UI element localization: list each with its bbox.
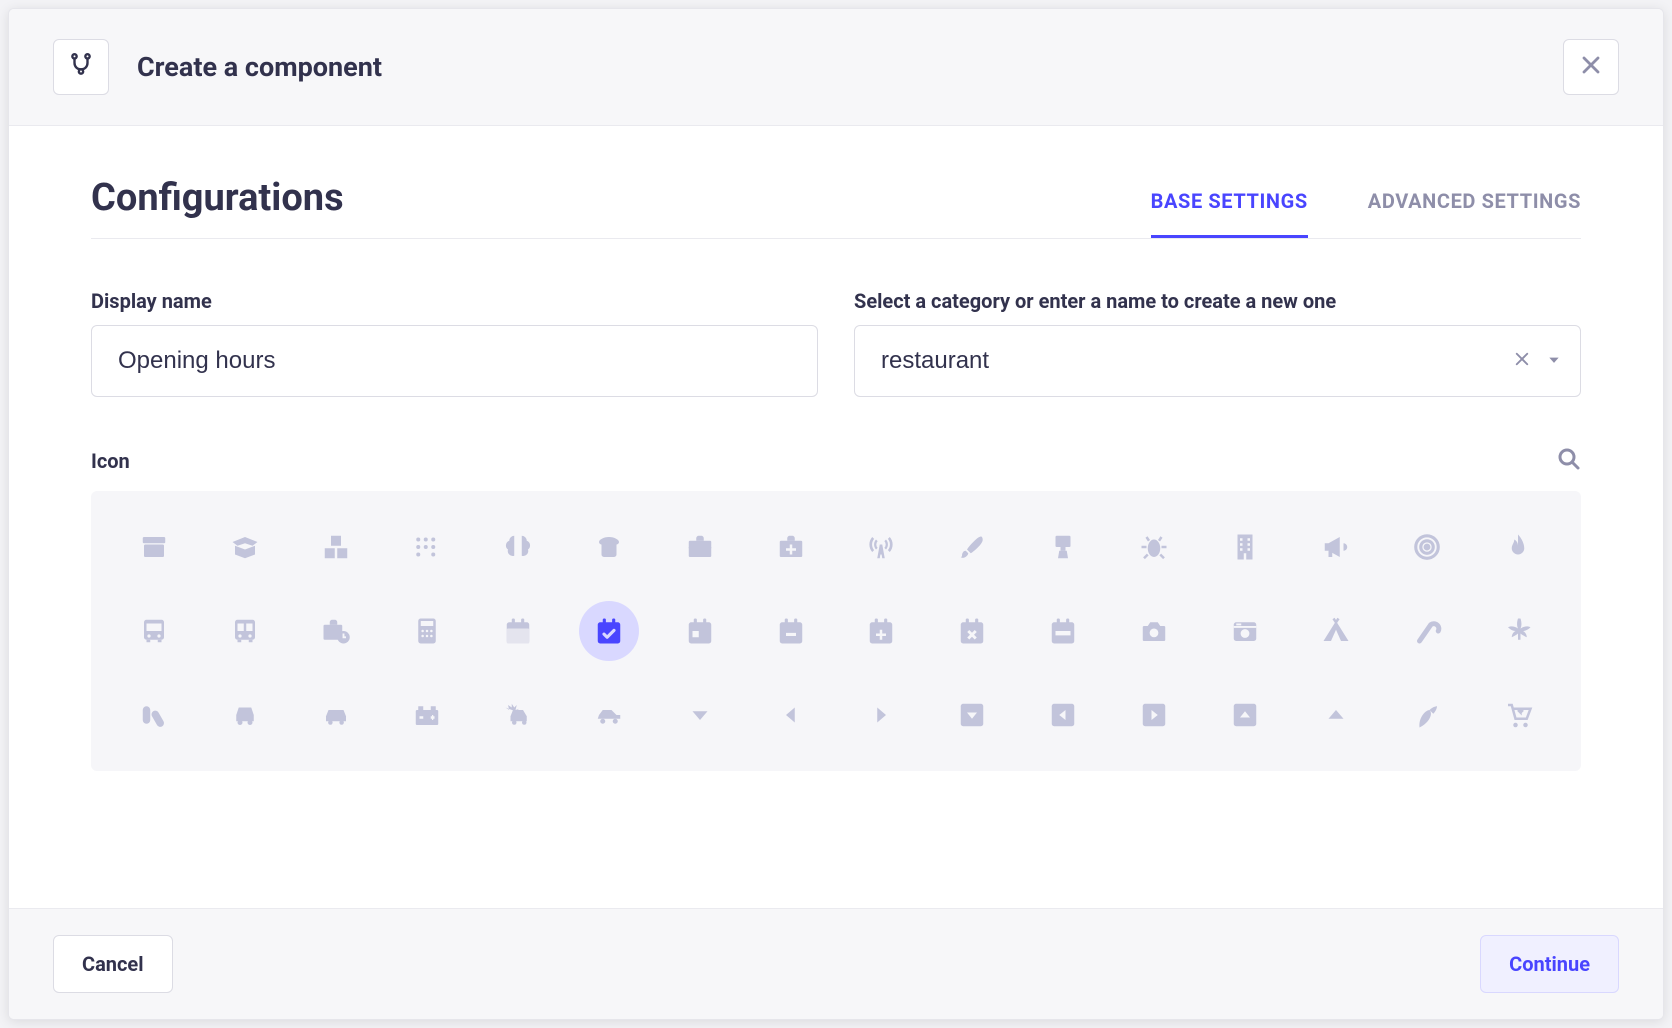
section-title: Configurations xyxy=(91,176,344,238)
icon-car-side[interactable] xyxy=(579,685,639,745)
icon-building[interactable] xyxy=(1215,517,1275,577)
section-header: Configurations BASE SETTINGS ADVANCED SE… xyxy=(91,176,1581,239)
icon-calendar-day[interactable] xyxy=(670,601,730,661)
icon-row xyxy=(109,673,1563,757)
modal-body: Configurations BASE SETTINGS ADVANCED SE… xyxy=(9,126,1663,908)
icon-box-open[interactable] xyxy=(215,517,275,577)
tab-advanced-settings[interactable]: ADVANCED SETTINGS xyxy=(1368,189,1581,238)
display-name-label: Display name xyxy=(91,289,818,313)
icon-caret-down[interactable] xyxy=(670,685,730,745)
icon-caret-left[interactable] xyxy=(761,685,821,745)
form-row: Display name Select a category or enter … xyxy=(91,289,1581,397)
icon-caret-up[interactable] xyxy=(1306,685,1366,745)
settings-tabs: BASE SETTINGS ADVANCED SETTINGS xyxy=(1151,189,1581,238)
close-button[interactable] xyxy=(1563,39,1619,95)
icon-calendar-week[interactable] xyxy=(1033,601,1093,661)
icon-business-time[interactable] xyxy=(306,601,366,661)
icon-caret-square-down[interactable] xyxy=(942,685,1002,745)
icon-bullhorn[interactable] xyxy=(1306,517,1366,577)
icon-car-alt[interactable] xyxy=(306,685,366,745)
chevron-down-icon[interactable] xyxy=(1547,352,1561,371)
icon-calendar-times[interactable] xyxy=(942,601,1002,661)
component-icon xyxy=(68,52,94,82)
icon-braille[interactable] xyxy=(397,517,457,577)
icon-calendar[interactable] xyxy=(488,601,548,661)
icon-carrot[interactable] xyxy=(1397,685,1457,745)
icon-bus[interactable] xyxy=(124,601,184,661)
icon-car-battery[interactable] xyxy=(397,685,457,745)
modal-header: Create a component xyxy=(9,9,1663,126)
tab-base-settings[interactable]: BASE SETTINGS xyxy=(1151,189,1308,238)
icon-car-crash[interactable] xyxy=(488,685,548,745)
icon-capsules[interactable] xyxy=(124,685,184,745)
modal-title: Create a component xyxy=(137,51,382,83)
cancel-button[interactable]: Cancel xyxy=(53,935,173,993)
category-field-wrap: Select a category or enter a name to cre… xyxy=(854,289,1581,397)
icon-calculator[interactable] xyxy=(397,601,457,661)
icon-caret-right[interactable] xyxy=(851,685,911,745)
icon-brush[interactable] xyxy=(942,517,1002,577)
continue-button[interactable]: Continue xyxy=(1480,935,1619,993)
icon-calendar-plus[interactable] xyxy=(851,601,911,661)
component-type-icon-box xyxy=(53,39,109,95)
icon-bug[interactable] xyxy=(1124,517,1184,577)
icon-calendar-minus[interactable] xyxy=(761,601,821,661)
category-label: Select a category or enter a name to cre… xyxy=(854,289,1581,313)
icon-archive[interactable] xyxy=(124,517,184,577)
icon-section-header: Icon xyxy=(91,447,1581,475)
display-name-field-wrap: Display name xyxy=(91,289,818,397)
icon-cart-arrow-down[interactable] xyxy=(1488,685,1548,745)
category-select-icons xyxy=(1513,350,1561,372)
icon-candy-cane[interactable] xyxy=(1397,601,1457,661)
icon-briefcase[interactable] xyxy=(670,517,730,577)
create-component-modal: Create a component Configurations BASE S… xyxy=(8,8,1664,1020)
icon-label: Icon xyxy=(91,449,130,473)
icon-medical-briefcase[interactable] xyxy=(761,517,821,577)
icon-camera[interactable] xyxy=(1124,601,1184,661)
category-input[interactable] xyxy=(854,325,1581,397)
close-icon xyxy=(1579,53,1603,81)
modal-footer: Cancel Continue xyxy=(9,908,1663,1019)
icon-bus-alt[interactable] xyxy=(215,601,275,661)
icon-car[interactable] xyxy=(215,685,275,745)
icon-boxes[interactable] xyxy=(306,517,366,577)
icon-campground[interactable] xyxy=(1306,601,1366,661)
icon-broadcast-tower[interactable] xyxy=(851,517,911,577)
search-icon-button[interactable] xyxy=(1557,447,1581,475)
icon-row xyxy=(109,589,1563,673)
icon-bullseye[interactable] xyxy=(1397,517,1457,577)
icon-paint-brush-2[interactable] xyxy=(1033,517,1093,577)
icon-fire[interactable] xyxy=(1488,517,1548,577)
icon-camera-retro[interactable] xyxy=(1215,601,1275,661)
display-name-input[interactable] xyxy=(91,325,818,397)
icon-caret-square-right[interactable] xyxy=(1124,685,1184,745)
icon-caret-square-up[interactable] xyxy=(1215,685,1275,745)
category-select-wrap xyxy=(854,325,1581,397)
clear-icon[interactable] xyxy=(1513,350,1531,372)
icon-row xyxy=(109,505,1563,589)
icon-bread[interactable] xyxy=(579,517,639,577)
icon-brain[interactable] xyxy=(488,517,548,577)
icon-caret-square-left[interactable] xyxy=(1033,685,1093,745)
icon-cannabis[interactable] xyxy=(1488,601,1548,661)
icon-calendar-check[interactable] xyxy=(579,601,639,661)
header-left: Create a component xyxy=(53,39,382,95)
icon-grid xyxy=(91,491,1581,771)
